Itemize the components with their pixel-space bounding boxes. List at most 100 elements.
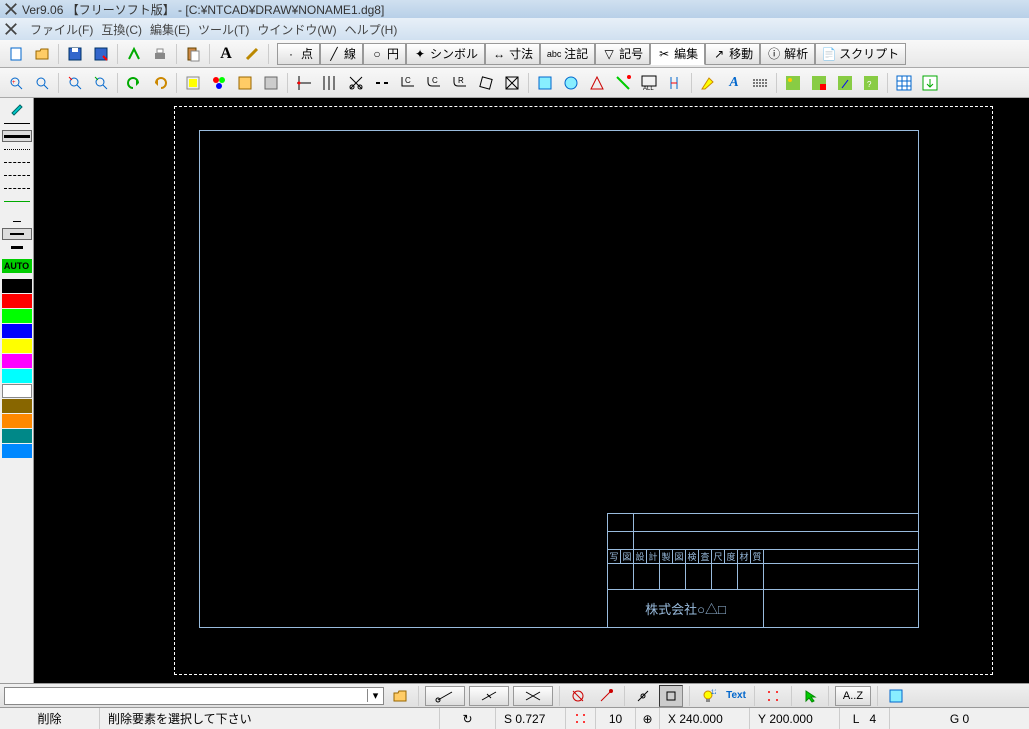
menu-window[interactable]: ウインドウ(W) <box>257 21 336 38</box>
menu-tool[interactable]: ツール(T) <box>198 21 249 38</box>
break-button[interactable] <box>370 72 394 94</box>
trim-multi-button[interactable] <box>318 72 342 94</box>
tab-point[interactable]: ·点 <box>277 43 320 65</box>
color-green[interactable] <box>2 309 32 323</box>
image-a-button[interactable] <box>781 72 805 94</box>
text-tool-button[interactable]: A <box>214 43 238 65</box>
draw-tool-button[interactable] <box>240 43 264 65</box>
zoom-out-button[interactable] <box>89 72 113 94</box>
color-white[interactable] <box>2 384 32 398</box>
linetype-dashed1[interactable] <box>2 156 32 168</box>
cut-button[interactable] <box>344 72 368 94</box>
sel-all-button[interactable]: ALL <box>637 72 661 94</box>
tab-mark[interactable]: ▽記号 <box>595 43 650 65</box>
tab-script[interactable]: 📄スクリプト <box>815 43 906 65</box>
redo-button[interactable] <box>148 72 172 94</box>
color-skyblue[interactable] <box>2 444 32 458</box>
grid-toggle-button[interactable] <box>761 685 785 707</box>
erase-button[interactable] <box>474 72 498 94</box>
plot-button[interactable] <box>122 43 146 65</box>
tab-line[interactable]: ╱線 <box>320 43 363 65</box>
highlight-button[interactable] <box>696 72 720 94</box>
paste-button[interactable] <box>181 43 205 65</box>
image-c-button[interactable] <box>833 72 857 94</box>
print-button[interactable] <box>148 43 172 65</box>
menu-file[interactable]: ファイル(F) <box>30 21 93 38</box>
linetype-button[interactable] <box>748 72 772 94</box>
view-toggle-button[interactable] <box>884 685 908 707</box>
snap-endpoint-button[interactable] <box>425 686 465 706</box>
tool-d-button[interactable] <box>611 72 635 94</box>
width-med[interactable] <box>2 228 32 240</box>
image-d-button[interactable]: ? <box>859 72 883 94</box>
folder-button[interactable] <box>388 685 412 707</box>
tab-move[interactable]: ↗移動 <box>705 43 760 65</box>
zoom-window-button[interactable]: + <box>4 72 28 94</box>
color-red[interactable] <box>2 294 32 308</box>
trim-perp-button[interactable] <box>292 72 316 94</box>
cursor-button[interactable] <box>798 685 822 707</box>
image-b-button[interactable] <box>807 72 831 94</box>
drawing-canvas[interactable]: 写 図 設 計 製 図 検 査 尺 度 材 質 <box>34 98 1029 683</box>
status-refresh[interactable]: ↻ <box>440 708 496 729</box>
tool-c-button[interactable] <box>585 72 609 94</box>
layer-button[interactable] <box>181 72 205 94</box>
snap-int-button[interactable] <box>513 686 553 706</box>
fillet-r-button[interactable]: R <box>448 72 472 94</box>
new-file-button[interactable] <box>4 43 28 65</box>
tab-note[interactable]: abc注記 <box>540 43 595 65</box>
fillet-c-button[interactable]: C <box>422 72 446 94</box>
menu-compat[interactable]: 互換(C) <box>101 21 142 38</box>
export-button[interactable] <box>918 72 942 94</box>
text-toggle-button[interactable]: Text <box>724 685 748 707</box>
linetype-dotted[interactable] <box>2 143 32 155</box>
color-yellow[interactable] <box>2 339 32 353</box>
color-cyan[interactable] <box>2 369 32 383</box>
hatch-button[interactable] <box>233 72 257 94</box>
width-thick[interactable] <box>2 241 32 253</box>
linetype-dashed2[interactable] <box>2 169 32 181</box>
tool-e-button[interactable] <box>663 72 687 94</box>
table-button[interactable] <box>892 72 916 94</box>
color-magenta[interactable] <box>2 354 32 368</box>
osnap-d-button[interactable] <box>659 685 683 707</box>
save-button[interactable] <box>63 43 87 65</box>
zoom-in-button[interactable] <box>63 72 87 94</box>
tab-symbol[interactable]: ✦シンボル <box>406 43 485 65</box>
linetype-solid-thick[interactable] <box>2 130 32 142</box>
width-thin[interactable] <box>2 215 32 227</box>
light-button[interactable]: 123 <box>696 685 720 707</box>
osnap-c-button[interactable] <box>631 685 655 707</box>
erase-all-button[interactable] <box>500 72 524 94</box>
linetype-phantom[interactable] <box>2 195 32 207</box>
color-olive[interactable] <box>2 399 32 413</box>
color-teal[interactable] <box>2 429 32 443</box>
save-as-button[interactable] <box>89 43 113 65</box>
tab-circle[interactable]: ○円 <box>363 43 406 65</box>
snap-mid-button[interactable] <box>469 686 509 706</box>
tab-dimension[interactable]: ↔寸法 <box>485 43 540 65</box>
linetype-center[interactable] <box>2 182 32 194</box>
dropdown-arrow-icon[interactable]: ▾ <box>367 689 383 702</box>
chamfer-c-button[interactable]: C <box>396 72 420 94</box>
undo-button[interactable] <box>122 72 146 94</box>
color-blue[interactable] <box>2 324 32 338</box>
auto-button[interactable]: AUTO <box>2 259 32 273</box>
menu-help[interactable]: ヘルプ(H) <box>345 21 398 38</box>
tab-edit[interactable]: ✂編集 <box>650 43 705 65</box>
color-black[interactable] <box>2 279 32 293</box>
menu-edit[interactable]: 編集(E) <box>150 21 190 38</box>
zoom-extents-button[interactable] <box>30 72 54 94</box>
osnap-a-button[interactable] <box>566 685 590 707</box>
block-button[interactable] <box>259 72 283 94</box>
tool-b-button[interactable] <box>559 72 583 94</box>
alpha-sort-button[interactable]: A..Z <box>835 686 871 706</box>
linetype-solid-thin[interactable] <box>2 117 32 129</box>
eyedropper-button[interactable] <box>5 100 29 116</box>
status-crosshair[interactable]: ⊕ <box>636 708 660 729</box>
tool-a-button[interactable] <box>533 72 557 94</box>
tab-analyze[interactable]: ⓘ解析 <box>760 43 815 65</box>
color-button[interactable] <box>207 72 231 94</box>
osnap-b-button[interactable] <box>594 685 618 707</box>
command-input[interactable]: ▾ <box>4 687 384 705</box>
